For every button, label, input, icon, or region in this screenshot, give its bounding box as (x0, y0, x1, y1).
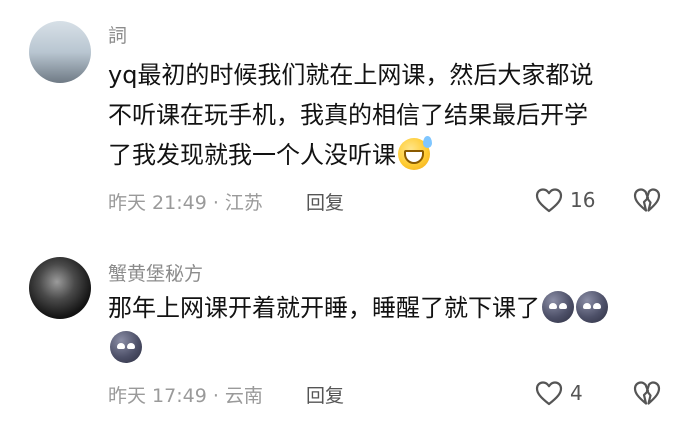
username[interactable]: 詞 (108, 21, 127, 48)
heart-outline-icon (535, 381, 563, 406)
smug-face-icon (576, 291, 608, 323)
reply-button[interactable]: 回复 (306, 188, 344, 215)
username[interactable]: 蟹黄堡秘方 (108, 259, 203, 286)
heart-outline-icon (535, 188, 563, 213)
comment-item: 蟹黄堡秘方 那年上网课开着就开睡，睡醒了就下课了 昨天 17:49 · 云南 回… (0, 232, 690, 436)
time-location: 昨天 17:49 · 云南 (108, 385, 263, 407)
like-count: 16 (570, 188, 596, 212)
dislike-button[interactable] (632, 379, 662, 412)
avatar[interactable] (29, 257, 91, 319)
broken-heart-icon (633, 188, 661, 212)
dislike-button[interactable] (632, 186, 662, 219)
comment-line-text: 了我发现就我一个人没听课 (108, 141, 396, 169)
like-count: 4 (570, 381, 583, 405)
comment-line: 了我发现就我一个人没听课 (108, 135, 668, 175)
broken-heart-icon (633, 381, 661, 405)
like-button[interactable]: 16 (534, 186, 595, 214)
comment-text: yq最初的时候我们就在上网课，然后大家都说 不听课在玩手机，我真的相信了结果最后… (108, 55, 668, 175)
comment-text: 那年上网课开着就开睡，睡醒了就下课了 (108, 288, 668, 368)
comment-meta: 昨天 21:49 · 江苏 回复 16 (108, 188, 668, 216)
like-button[interactable]: 4 (534, 379, 583, 407)
time-location: 昨天 21:49 · 江苏 (108, 192, 263, 214)
smug-face-icon (110, 331, 142, 363)
avatar[interactable] (29, 21, 91, 83)
sweat-smile-icon (398, 136, 432, 170)
comment-meta: 昨天 17:49 · 云南 回复 4 (108, 381, 668, 409)
comment-line: 不听课在玩手机，我真的相信了结果最后开学 (108, 101, 588, 129)
comment-line: 那年上网课开着就开睡，睡醒了就下课了 (108, 288, 668, 328)
comment-line-text: 那年上网课开着就开睡，睡醒了就下课了 (108, 294, 540, 322)
smug-face-icon (542, 291, 574, 323)
reply-button[interactable]: 回复 (306, 381, 344, 408)
comment-line: yq最初的时候我们就在上网课，然后大家都说 (108, 61, 594, 89)
comment-item: 詞 yq最初的时候我们就在上网课，然后大家都说 不听课在玩手机，我真的相信了结果… (0, 0, 690, 232)
comment-line (108, 328, 668, 368)
